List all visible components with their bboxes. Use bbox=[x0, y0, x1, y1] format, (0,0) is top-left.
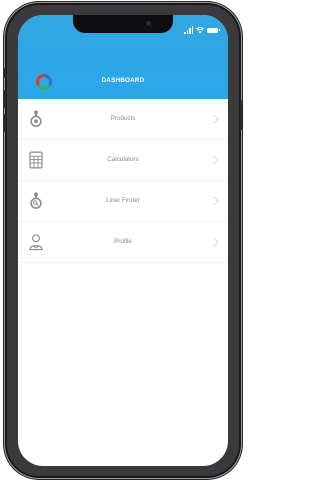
dashboard-menu: Products Calculators Liner Finder Profil… bbox=[18, 99, 228, 263]
signal-icon bbox=[184, 26, 193, 34]
silent-switch bbox=[4, 68, 6, 78]
status-bar-icons bbox=[184, 25, 220, 35]
power-button bbox=[240, 100, 242, 130]
menu-item-liner-finder[interactable]: Liner Finder bbox=[18, 181, 228, 222]
camera bbox=[146, 21, 151, 26]
wifi-icon bbox=[196, 26, 204, 33]
menu-item-label: Calculators bbox=[107, 156, 139, 163]
battery-icon bbox=[207, 27, 220, 33]
notch bbox=[73, 15, 173, 33]
volume-up-button bbox=[4, 90, 6, 108]
menu-item-label: Products bbox=[110, 115, 136, 122]
menu-item-calculators[interactable]: Calculators bbox=[18, 140, 228, 181]
chevron-right-icon bbox=[213, 196, 219, 206]
menu-item-products[interactable]: Products bbox=[18, 99, 228, 140]
chevron-right-icon bbox=[213, 114, 219, 124]
volume-down-button bbox=[4, 114, 6, 132]
menu-item-label: Liner Finder bbox=[106, 197, 140, 204]
chevron-right-icon bbox=[213, 155, 219, 165]
app-screen: DASHBOARD Products Calculators Liner Fin… bbox=[18, 15, 228, 466]
menu-item-profile[interactable]: Profile bbox=[18, 222, 228, 263]
dashboard-header: DASHBOARD bbox=[18, 15, 228, 99]
chevron-right-icon bbox=[213, 237, 219, 247]
menu-item-label: Profile bbox=[114, 238, 132, 245]
page-title: DASHBOARD bbox=[101, 77, 145, 84]
